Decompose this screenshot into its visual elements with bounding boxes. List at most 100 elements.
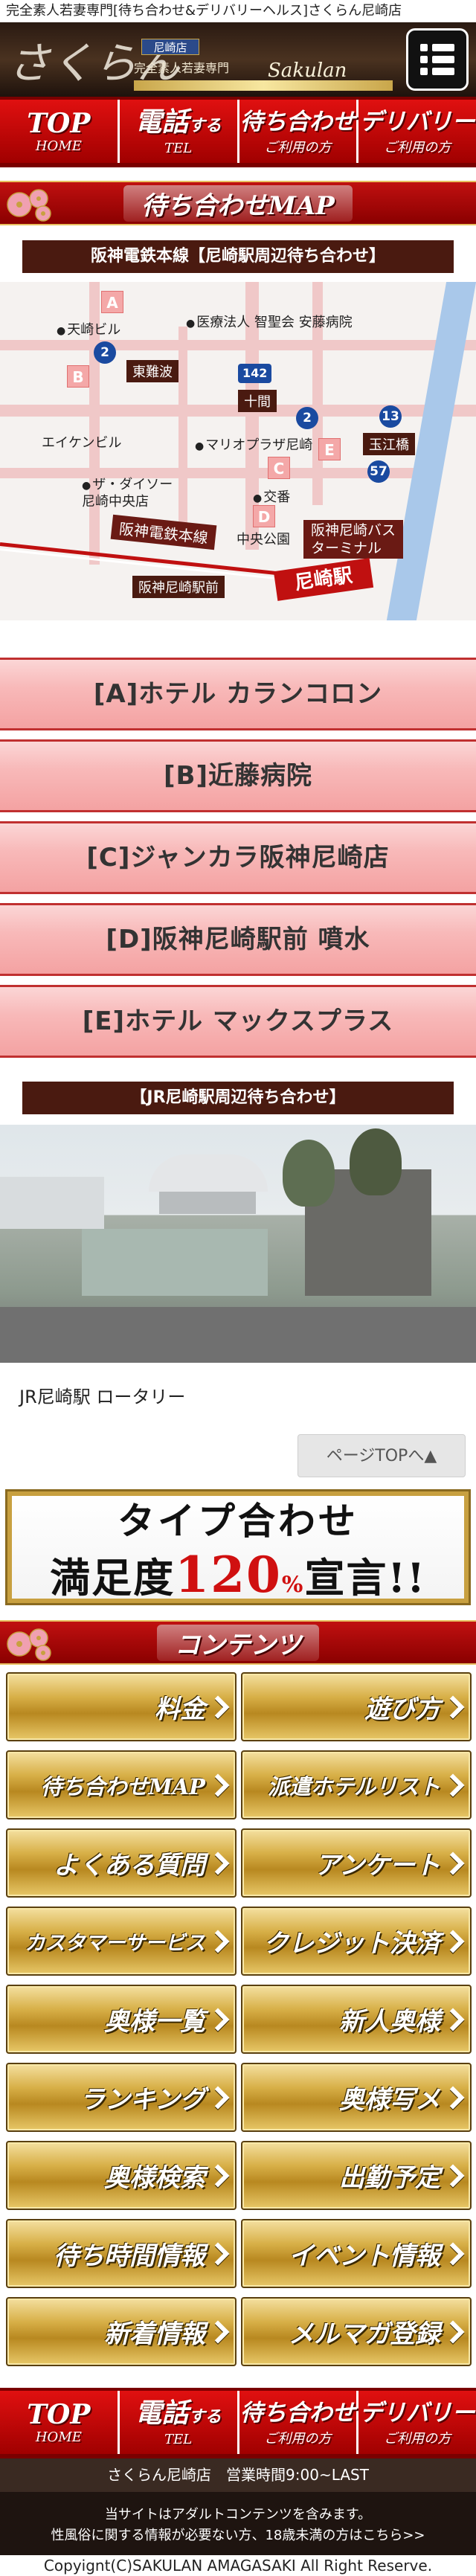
chevron-right-icon xyxy=(441,2241,465,2266)
content-button-hotel-list[interactable]: 派遣ホテルリスト xyxy=(241,1750,472,1819)
footer-nav-top[interactable]: TOP HOME xyxy=(0,2391,120,2454)
photo-caption: JR尼崎駅 ロータリー xyxy=(19,1387,186,1407)
nav-machiawase[interactable]: 待ち合わせ ご利用の方 xyxy=(239,100,359,163)
map-label-tamae: 玉江橋 xyxy=(363,433,415,455)
sakura-icon xyxy=(7,1628,51,1661)
jr-line-label: 【JR尼崎駅周辺待ち合わせ】 xyxy=(22,1082,454,1114)
footer-notice: 当サイトはアダルトコンテンツを含みます。 性風俗に関する情報が必要ない方、18歳… xyxy=(0,2505,476,2546)
hamburger-icon xyxy=(420,44,454,75)
location-b-button[interactable]: [B]近藤病院 xyxy=(0,739,476,812)
footer-nav-tel[interactable]: 電話する TEL xyxy=(120,2391,239,2454)
route-57-icon: 57 xyxy=(367,460,390,483)
nav-tel-sub: TEL xyxy=(164,140,193,156)
footer-nav-machiawase-sub: ご利用の方 xyxy=(264,2430,332,2447)
location-c-button[interactable]: [C]ジャンカラ阪神尼崎店 xyxy=(0,821,476,894)
map-marker-c[interactable]: C xyxy=(268,457,290,479)
exit-link[interactable]: 性風俗に関する情報が必要ない方、18歳未満の方はこちら>> xyxy=(0,2525,476,2546)
map-label-jikken: 十間 xyxy=(238,390,277,412)
map-label-chuo: 中央公園 xyxy=(237,532,290,547)
footer-nav-delivery[interactable]: デリバリー ご利用の方 xyxy=(358,2391,476,2454)
footer-nav-tel-label: 電話する xyxy=(135,2397,222,2429)
nav-delivery-sub: ご利用の方 xyxy=(384,139,451,155)
jr-rotary-photo xyxy=(0,1125,476,1363)
content-button-mailmag[interactable]: メルマガ登録 xyxy=(241,2297,472,2366)
route-2-icon: 2 xyxy=(94,341,116,364)
nav-delivery-label: デリバリー xyxy=(359,108,475,135)
chevron-right-icon xyxy=(206,2163,230,2188)
brand-bar xyxy=(134,80,393,91)
content-button-news[interactable]: 新着情報 xyxy=(6,2297,237,2366)
chevron-right-icon xyxy=(206,1851,230,1875)
footer-nav-tel-sub: TEL xyxy=(164,2431,193,2447)
map-marker-a[interactable]: A xyxy=(101,291,123,313)
map-marker-b[interactable]: B xyxy=(67,365,89,388)
route-13-icon: 13 xyxy=(379,405,402,428)
content-button-photo[interactable]: 奥様写メ xyxy=(241,2063,472,2132)
nav-top[interactable]: TOP HOME xyxy=(0,100,120,163)
content-button-lady-list[interactable]: 奥様一覧 xyxy=(6,1985,237,2054)
contents-section: コンテンツ xyxy=(0,1620,476,1665)
banner-line2: 満足度120%宣言!! xyxy=(50,1545,426,1604)
chevron-right-icon xyxy=(206,2241,230,2266)
satisfaction-banner[interactable]: タイプ合わせ 満足度120%宣言!! xyxy=(5,1489,471,1605)
brand-script: Sakulan xyxy=(268,60,347,82)
map-marker-e[interactable]: E xyxy=(318,438,341,460)
content-button-survey[interactable]: アンケート xyxy=(241,1828,472,1898)
nav-tel[interactable]: 電話する TEL xyxy=(120,100,239,163)
location-a-button[interactable]: [A]ホテル カランコロン xyxy=(0,658,476,730)
menu-button[interactable] xyxy=(406,28,469,91)
map-label-mario: マリオプラザ尼崎 xyxy=(195,434,312,454)
content-button-faq[interactable]: よくある質問 xyxy=(6,1828,237,1898)
store-badge: 尼崎店 xyxy=(141,39,199,55)
copyright: Copyignt(C)SAKULAN AMAGASAKI All Right R… xyxy=(0,2556,476,2576)
nav-top-sub: HOME xyxy=(35,138,82,154)
footer-nav: TOP HOME 電話する TEL 待ち合わせ ご利用の方 デリバリー ご利用の… xyxy=(0,2388,476,2458)
content-button-price[interactable]: 料金 xyxy=(6,1672,237,1741)
content-button-wait-time[interactable]: 待ち時間情報 xyxy=(6,2219,237,2288)
map-label-daiso: ザ・ダイソー 尼崎中央店 xyxy=(82,477,173,510)
chevron-right-icon xyxy=(441,2085,465,2110)
route-142-icon: 142 xyxy=(238,364,272,383)
map-label-iryo: 医療法人 智聖会 安藤病院 xyxy=(186,312,352,331)
map-marker-d[interactable]: D xyxy=(253,505,275,527)
page-top-button[interactable]: ページTOPへ▲ xyxy=(298,1434,466,1477)
chevron-right-icon xyxy=(206,1773,230,1797)
chevron-right-icon xyxy=(441,1773,465,1797)
footer-nav-top-label: TOP xyxy=(27,2399,91,2430)
map-label-tonanba: 東難波 xyxy=(126,360,178,382)
location-d-button[interactable]: [D]阪神尼崎駅前 噴水 xyxy=(0,903,476,976)
content-button-credit[interactable]: クレジット決済 xyxy=(241,1907,472,1976)
adult-warning: 当サイトはアダルトコンテンツを含みます。 xyxy=(104,2507,372,2522)
map-label-eiken: エイケンビル xyxy=(42,435,122,451)
content-button-schedule[interactable]: 出勤予定 xyxy=(241,2141,472,2210)
nav-tel-label: 電話する xyxy=(135,106,222,138)
location-e-button[interactable]: [E]ホテル マックスプラス xyxy=(0,985,476,1058)
chevron-right-icon xyxy=(441,1929,465,1953)
content-button-search[interactable]: 奥様検索 xyxy=(6,2141,237,2210)
footer-nav-machiawase[interactable]: 待ち合わせ ご利用の方 xyxy=(239,2391,359,2454)
map-label-koban: 交番 xyxy=(253,486,290,506)
contents-title-text: コンテンツ xyxy=(157,1624,319,1661)
footer-nav-delivery-label: デリバリー xyxy=(359,2399,475,2426)
contents-grid: 料金 遊び方 待ち合わせMAP 派遣ホテルリスト よくある質問 アンケート カス… xyxy=(6,1672,472,2366)
store-subtitle: 完全素人若妻専門 xyxy=(134,61,230,75)
hanshin-line-label: 阪神電鉄本線【尼崎駅周辺待ち合わせ】 xyxy=(22,240,454,273)
nav-top-label: TOP xyxy=(27,108,91,139)
area-map[interactable]: A B C D E 医療法人 智聖会 安藤病院 天崎ビル 2 東難波 142 十… xyxy=(0,282,476,620)
map-label-amabiru: 天崎ビル xyxy=(57,319,120,338)
top-tagline: 完全素人若妻専門[待ち合わせ&デリバリーヘルス]さくらん尼崎店 xyxy=(6,3,402,19)
route-2b-icon: 2 xyxy=(296,407,318,429)
content-button-new-lady[interactable]: 新人奥様 xyxy=(241,1985,472,2054)
content-button-map[interactable]: 待ち合わせMAP xyxy=(6,1750,237,1819)
content-button-event[interactable]: イベント情報 xyxy=(241,2219,472,2288)
chevron-right-icon xyxy=(441,1851,465,1875)
nav-delivery[interactable]: デリバリー ご利用の方 xyxy=(358,100,476,163)
footer-hours: さくらん尼崎店 営業時間9:00~LAST xyxy=(0,2458,476,2492)
location-list: [A]ホテル カランコロン [B]近藤病院 [C]ジャンカラ阪神尼崎店 [D]阪… xyxy=(0,658,476,1058)
footer-nav-top-sub: HOME xyxy=(35,2429,82,2445)
content-button-howto[interactable]: 遊び方 xyxy=(241,1672,472,1741)
content-button-customer[interactable]: カスタマーサービス xyxy=(6,1907,237,1976)
banner-line1: タイプ合わせ xyxy=(118,1498,358,1543)
contents-title: コンテンツ xyxy=(0,1620,476,1665)
content-button-ranking[interactable]: ランキング xyxy=(6,2063,237,2132)
